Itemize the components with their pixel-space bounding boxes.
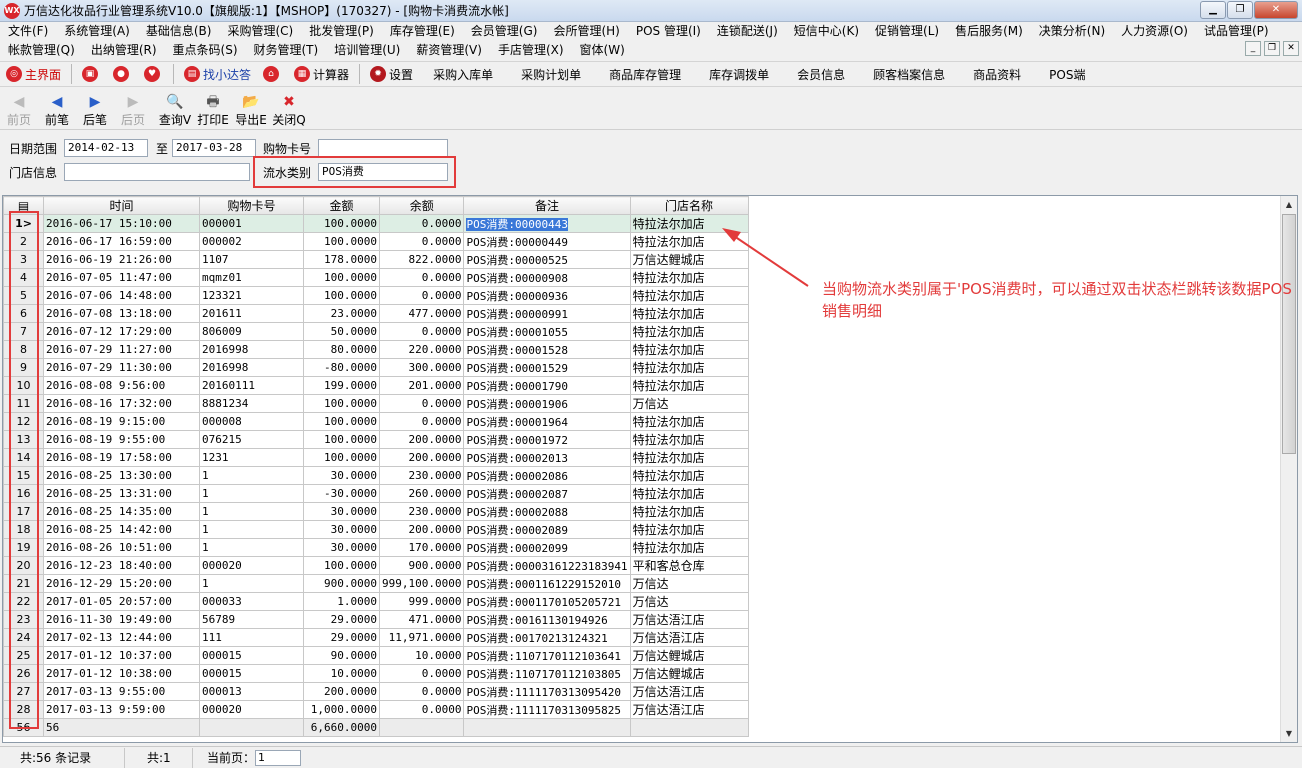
current-page-input[interactable]: 1 — [255, 750, 302, 766]
record-count: 共:56 条记录 — [0, 747, 125, 768]
annotation-text: 当购物流水类别属于'POS消费时，可以通过双击状态栏跳转该数据POS销售明细 — [822, 280, 1292, 320]
current-page-label: 当前页： 1 — [193, 748, 307, 768]
current-page-text: 当前页： — [207, 750, 256, 765]
annotation-arrow — [722, 228, 809, 287]
page-count: 共:1 页 — [125, 747, 193, 768]
app-window: WX 万信达化妆品行业管理系统V10.0【旗舰版:1】【MSHOP】(17032… — [0, 0, 1302, 768]
status-bar[interactable]: 共:56 条记录 共:1 页 当前页：1 — [0, 746, 1302, 768]
